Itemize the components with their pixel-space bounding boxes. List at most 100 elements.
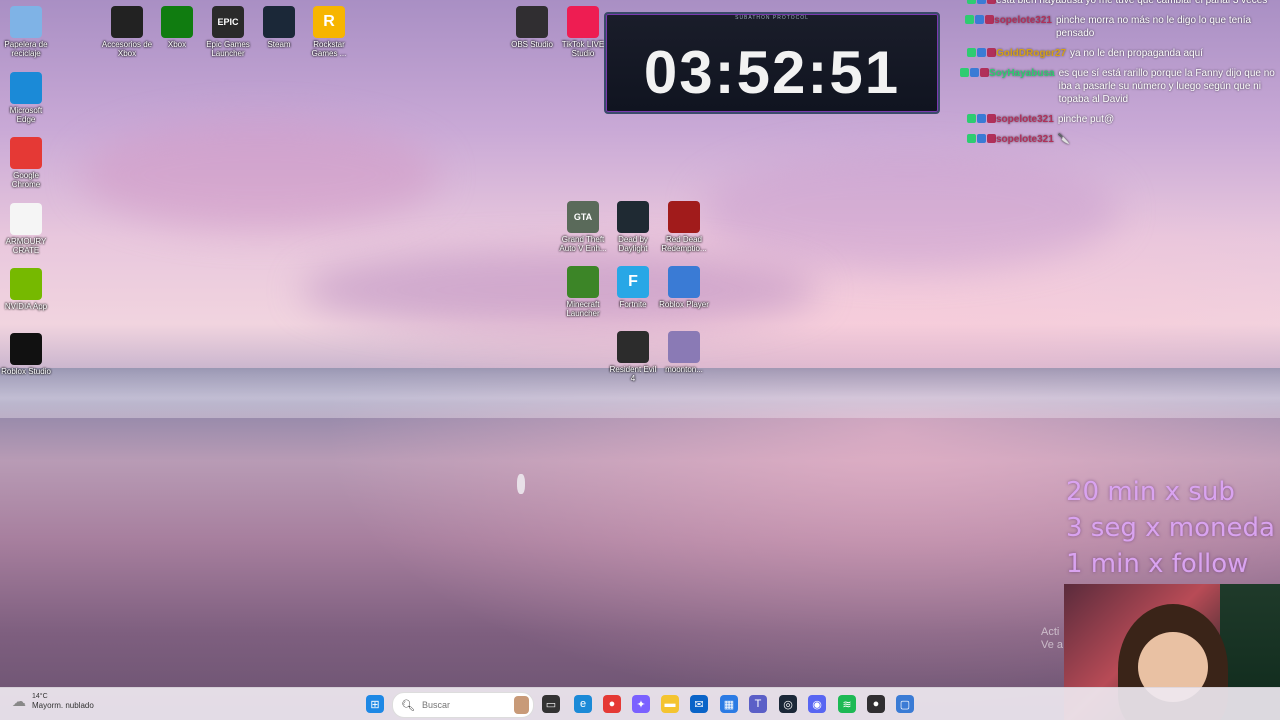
- desktop-shortcut-label: Dead by Daylight: [618, 235, 648, 253]
- chat-badge-icon: [975, 15, 985, 24]
- desktop-shortcut-label: Google Chrome: [11, 171, 41, 189]
- chat-badge-icon: [967, 134, 976, 143]
- desktop-shortcut-label: ARMOURY CRATE: [5, 237, 47, 255]
- desktop-shortcut-label: Rockstar Games ...: [311, 40, 347, 58]
- moonton-icon: [668, 331, 700, 363]
- desktop-shortcut-label: Red Dead Redemptio...: [661, 235, 707, 253]
- taskbar-search[interactable]: 🔍︎: [392, 692, 534, 718]
- chat-username: sopelote321: [996, 114, 1054, 125]
- spotify-icon[interactable]: ≋: [838, 695, 856, 713]
- chat-overlay: esta bien hayabusa yo me tuve que cambia…: [960, 0, 1280, 153]
- gta-icon: GTA: [567, 201, 599, 233]
- desktop-shortcut[interactable]: Accesorios de Xbox: [101, 6, 153, 58]
- chat-badges: [960, 67, 989, 106]
- desktop-shortcut[interactable]: Red Dead Redemptio...: [658, 201, 710, 253]
- chrome-icon[interactable]: ●: [603, 695, 621, 713]
- desktop-shortcut[interactable]: Google Chrome: [0, 137, 52, 189]
- desktop-shortcut[interactable]: Dead by Daylight: [607, 201, 659, 253]
- weather-temp: 14°C: [32, 693, 48, 700]
- cloud-sun-icon: ☁: [12, 693, 26, 709]
- activate-line2: Ve a: [1041, 639, 1064, 651]
- chat-username: sopelote321: [994, 15, 1052, 26]
- chat-text: esta bien hayabusa yo me tuve que cambia…: [996, 0, 1268, 6]
- chat-badge-icon: [977, 114, 986, 123]
- chat-badges: [960, 47, 996, 60]
- chat-badge-icon: [977, 0, 986, 4]
- desktop-shortcut[interactable]: Roblox Player: [658, 266, 710, 309]
- chat-message: sopelote321 pinche morra no más no le dig…: [960, 14, 1280, 40]
- steam-icon: [263, 6, 295, 38]
- search-input[interactable]: [419, 699, 514, 711]
- chat-badge-icon: [980, 68, 989, 77]
- chat-badge-icon: [977, 48, 986, 57]
- chat-message: sopelote321 pinche put@: [960, 113, 1280, 126]
- monitor-icon[interactable]: ▢: [896, 695, 914, 713]
- file-icon: [10, 203, 42, 235]
- epic-games-icon: EPIC: [212, 6, 244, 38]
- desktop-shortcut[interactable]: NVIDIA App: [0, 268, 52, 311]
- store-icon[interactable]: ▦: [720, 695, 738, 713]
- windows-start-icon[interactable]: ⊞: [366, 695, 384, 713]
- rdr-icon: [668, 201, 700, 233]
- chat-badge-icon: [960, 68, 969, 77]
- weather-widget[interactable]: ☁ 14°C Mayorm. nublado: [12, 693, 94, 710]
- desktop-shortcut-label: Xbox: [167, 40, 187, 49]
- desktop-shortcut-label: Roblox Player: [659, 300, 709, 309]
- desktop-shortcut[interactable]: TikTok LIVE Studio: [557, 6, 609, 58]
- rate-follow: 1 min x follow: [1066, 549, 1249, 579]
- xbox-icon: [161, 6, 193, 38]
- sky-cloud: [700, 150, 1120, 270]
- desktop-shortcut[interactable]: F Fortnite: [607, 266, 659, 309]
- minecraft-icon: [567, 266, 599, 298]
- chat-badge-icon: [965, 15, 975, 24]
- chat-badges: [960, 0, 996, 7]
- activate-windows-watermark: Acti Ve a: [1041, 626, 1063, 652]
- chat-message: SoyHayabusa es que sí está rarillo porque…: [960, 67, 1280, 106]
- desktop-shortcut[interactable]: R Rockstar Games ...: [303, 6, 355, 58]
- desktop-shortcut[interactable]: EPIC Epic Games Launcher: [202, 6, 254, 58]
- desktop-shortcut[interactable]: Minecraft Launcher: [557, 266, 609, 318]
- chat-badge-icon: [987, 0, 996, 4]
- edge-icon: [10, 72, 42, 104]
- desktop-shortcut[interactable]: ARMOURY CRATE: [0, 203, 52, 255]
- desktop-shortcut[interactable]: Xbox: [151, 6, 203, 49]
- desktop-shortcut-label: Resident Evil 4: [609, 365, 657, 383]
- tiktok-icon: [567, 6, 599, 38]
- desktop-shortcut[interactable]: Papelera de reciclaje: [0, 6, 52, 58]
- search-highlight-image: [513, 696, 529, 714]
- rate-coin: 3 seg x moneda: [1066, 513, 1275, 543]
- task-view-icon[interactable]: ▭: [542, 695, 560, 713]
- desktop-shortcut-label: Epic Games Launcher: [206, 40, 250, 58]
- chat-badge-icon: [970, 68, 979, 77]
- chat-badge-icon: [967, 0, 976, 4]
- search-icon: 🔍︎: [401, 699, 415, 712]
- chat-message: sopelote321 🔪: [960, 133, 1280, 146]
- desktop-shortcut[interactable]: OBS Studio: [506, 6, 558, 49]
- edge-icon[interactable]: e: [574, 695, 592, 713]
- desktop-shortcut[interactable]: Microsoft Edge: [0, 72, 52, 124]
- recycle-bin-icon: [10, 6, 42, 38]
- outlook-icon[interactable]: ✉: [690, 695, 708, 713]
- discord-icon[interactable]: ◉: [808, 695, 826, 713]
- steam-icon[interactable]: ◎: [779, 695, 797, 713]
- desktop-shortcut[interactable]: Roblox Studio: [0, 333, 52, 376]
- obs-icon[interactable]: ●: [867, 695, 885, 713]
- chat-badge-icon: [967, 48, 976, 57]
- timer-protocol-label: SUBATHON PROTOCOL: [735, 15, 809, 21]
- desktop-shortcut[interactable]: Steam: [253, 6, 305, 49]
- subathon-rates: 20 min x sub 3 seg x moneda 1 min x foll…: [1066, 474, 1275, 582]
- sky-cloud: [80, 120, 440, 230]
- copilot-icon[interactable]: ✦: [632, 695, 650, 713]
- nvidia-icon: [10, 268, 42, 300]
- desktop-shortcut[interactable]: GTA Grand Theft Auto V Enh...: [557, 201, 609, 253]
- file-explorer-icon[interactable]: ▬: [661, 695, 679, 713]
- desktop-shortcut[interactable]: moonton...: [658, 331, 710, 374]
- teams-icon[interactable]: T: [749, 695, 767, 713]
- desktop-shortcut-label: Minecraft Launcher: [566, 300, 600, 318]
- chat-text: pinche put@: [1057, 114, 1115, 125]
- timer-time: 03:52:51: [643, 39, 901, 106]
- chat-text: pinche morra no más no le digo lo que te…: [1055, 15, 1252, 39]
- taskbar: ☁ 14°C Mayorm. nublado 🔍︎ ⊞ ▭ e ● ✦ ▬ ✉ ▦ T ◎ ◉ ≋ ● ▢: [0, 687, 1280, 720]
- desktop-shortcut[interactable]: Resident Evil 4: [607, 331, 659, 383]
- chat-badge-icon: [985, 15, 995, 24]
